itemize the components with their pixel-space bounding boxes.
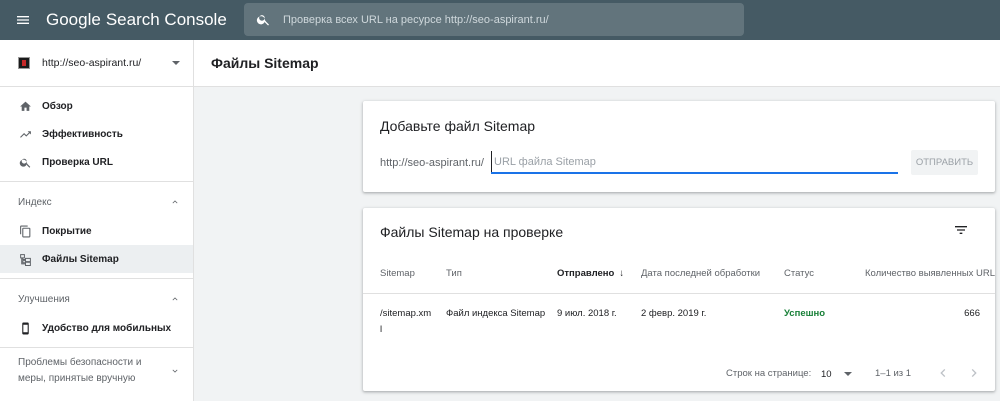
sidebar-item-label: Проверка URL — [42, 156, 113, 168]
chevron-left-icon[interactable] — [935, 365, 951, 381]
sidebar-item-label: Удобство для мобильных — [42, 322, 172, 334]
page-header: Файлы Sitemap — [194, 40, 1000, 87]
sidebar-item-label: Файлы Sitemap — [42, 253, 119, 265]
add-sitemap-title: Добавьте файл Sitemap — [380, 118, 536, 134]
chevron-up-icon — [172, 297, 178, 301]
copy-icon — [18, 224, 32, 238]
chevron-right-icon[interactable] — [966, 365, 982, 381]
sidebar-item-label: Покрытие — [42, 225, 92, 237]
sitemap-icon — [18, 252, 32, 266]
chevron-down-icon — [172, 369, 178, 373]
submitted-sitemaps-title: Файлы Sitemap на проверке — [380, 224, 564, 240]
dropdown-arrow-icon — [172, 61, 180, 65]
section-header-index[interactable]: Индекс — [0, 187, 193, 217]
column-header-status[interactable]: Статус — [784, 268, 814, 279]
top-app-bar: Google Search Console — [0, 0, 1000, 40]
nav-group-index: Индекс Покрытие Файлы Sitemap — [0, 182, 193, 279]
sidebar-item-label: Обзор — [42, 100, 73, 112]
cell-discovered-urls: 666 — [964, 308, 980, 319]
sidebar-item-coverage[interactable]: Покрытие — [0, 217, 193, 245]
home-icon — [18, 99, 32, 113]
search-input[interactable] — [283, 13, 744, 26]
trending-up-icon — [18, 127, 32, 141]
column-header-sitemap[interactable]: Sitemap — [380, 268, 415, 279]
column-header-submitted[interactable]: Отправлено ↓ — [557, 268, 624, 279]
cell-sitemap: /sitemap.xml — [380, 308, 432, 335]
smartphone-icon — [18, 321, 32, 335]
cell-type: Файл индекса Sitemap — [446, 308, 546, 319]
rows-per-page-value: 10 — [821, 368, 832, 380]
pagination: Строк на странице: 10 1–1 из 1 — [363, 362, 995, 386]
nav-group-enhancements: Улучшения Удобство для мобильных — [0, 279, 193, 348]
column-header-discovered-urls[interactable]: Количество выявленных URL — [865, 268, 995, 279]
search-icon — [18, 155, 32, 169]
cell-last-read: 2 февр. 2019 г. — [641, 308, 707, 319]
table-row[interactable]: /sitemap.xml Файл индекса Sitemap 9 июл.… — [363, 294, 995, 338]
submitted-sitemaps-card: Файлы Sitemap на проверке Sitemap Тип От… — [363, 208, 995, 391]
sidebar-item-sitemaps[interactable]: Файлы Sitemap — [0, 245, 193, 273]
page-title: Файлы Sitemap — [211, 55, 319, 71]
sitemap-url-prefix: http://seo-aspirant.ru/ — [380, 157, 484, 169]
column-header-label: Отправлено — [557, 268, 615, 279]
cell-submitted: 9 июл. 2018 г. — [557, 308, 617, 319]
table-header: Sitemap Тип Отправлено ↓ Дата последней о… — [363, 256, 995, 294]
section-label: Проблемы безопасности и меры, принятые в… — [18, 357, 142, 384]
section-header-security[interactable]: Проблемы безопасности и меры, принятые в… — [0, 348, 193, 394]
sitemap-url-input[interactable] — [491, 151, 898, 172]
sidebar-item-url-inspection[interactable]: Проверка URL — [0, 148, 193, 176]
url-inspection-search[interactable] — [244, 3, 744, 36]
logo-product: Search Console — [105, 10, 227, 29]
add-sitemap-card: Добавьте файл Sitemap http://seo-aspiran… — [363, 101, 995, 192]
app-logo[interactable]: Google Search Console — [46, 10, 227, 30]
chevron-up-icon — [172, 200, 178, 204]
nav-group-main: Обзор Эффективность Проверка URL — [0, 87, 193, 182]
column-header-type[interactable]: Тип — [446, 268, 462, 279]
sidebar-item-performance[interactable]: Эффективность — [0, 120, 193, 148]
arrow-down-icon: ↓ — [619, 268, 625, 279]
pagination-range: 1–1 из 1 — [875, 368, 912, 379]
site-favicon — [18, 57, 30, 69]
cell-status: Успешно — [784, 308, 826, 319]
property-label: http://seo-aspirant.ru/ — [42, 57, 142, 69]
column-header-last-read[interactable]: Дата последней обработки — [641, 268, 760, 279]
dropdown-arrow-icon — [843, 372, 852, 376]
section-label: Индекс — [18, 196, 52, 208]
nav-group-security: Проблемы безопасности и меры, принятые в… — [0, 348, 193, 394]
sitemap-url-field[interactable] — [491, 151, 898, 174]
property-selector[interactable]: http://seo-aspirant.ru/ — [0, 40, 193, 87]
submit-button[interactable]: ОТПРАВИТЬ — [911, 150, 978, 175]
sidebar-item-mobile-usability[interactable]: Удобство для мобильных — [0, 314, 193, 342]
logo-google: Google — [46, 10, 101, 29]
menu-icon[interactable] — [0, 0, 46, 40]
section-header-enhancements[interactable]: Улучшения — [0, 284, 193, 314]
sidebar-item-overview[interactable]: Обзор — [0, 92, 193, 120]
sidebar: http://seo-aspirant.ru/ Обзор Эффективно… — [0, 40, 194, 401]
filter-icon[interactable] — [953, 222, 969, 238]
sitemaps-table: Sitemap Тип Отправлено ↓ Дата последней о… — [363, 256, 995, 354]
section-label: Улучшения — [18, 293, 70, 305]
search-icon — [256, 15, 269, 26]
rows-per-page-label: Строк на странице: — [726, 368, 812, 379]
rows-per-page-select[interactable]: 10 — [821, 365, 855, 383]
sidebar-item-label: Эффективность — [42, 128, 123, 140]
